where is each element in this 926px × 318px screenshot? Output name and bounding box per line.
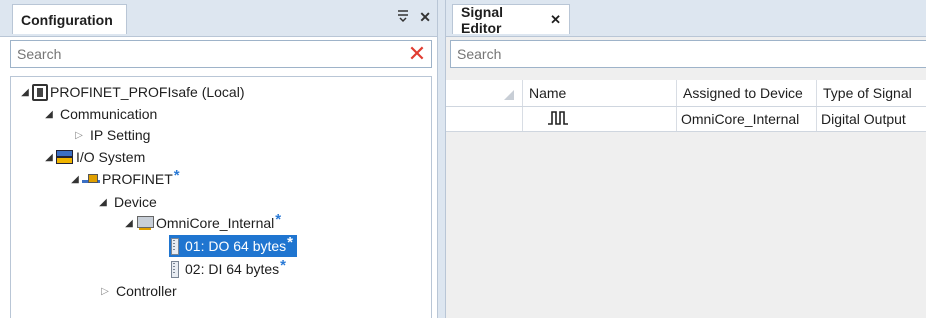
- expanded-caret-icon[interactable]: ◢: [42, 109, 56, 120]
- configuration-panel: Configuration ✕ ✕ ◢ PROFINET_PROFIsafe (…: [0, 0, 438, 318]
- io-system-icon: [56, 149, 74, 165]
- tree-item-omnicore[interactable]: ◢ OmniCore_Internal *: [122, 210, 282, 234]
- configuration-search-input[interactable]: [11, 45, 403, 63]
- tree-item-station-label: PROFINET_PROFIsafe (Local): [50, 84, 245, 100]
- network-icon: [82, 171, 100, 187]
- column-header-name[interactable]: Name: [522, 80, 676, 106]
- tree-item-io-system-label: I/O System: [76, 149, 146, 165]
- close-tab-icon[interactable]: ✕: [550, 12, 561, 28]
- expanded-caret-icon[interactable]: ◢: [18, 87, 32, 98]
- clear-search-icon[interactable]: ✕: [403, 41, 431, 67]
- tree-item-module-do64[interactable]: 01: DO 64 bytes *: [169, 233, 298, 257]
- column-header-type-of-signal-label: Type of Signal: [823, 85, 912, 101]
- tree-item-ip-setting[interactable]: ▷ IP Setting: [72, 124, 150, 146]
- modified-marker: *: [275, 210, 282, 228]
- tree-item-profinet-label: PROFINET: [102, 171, 173, 187]
- configuration-search-box: ✕: [10, 40, 432, 68]
- expanded-caret-icon[interactable]: ◢: [68, 174, 82, 185]
- cell-name[interactable]: [522, 107, 676, 131]
- modified-marker: *: [280, 256, 287, 274]
- signal-editor-panel: Signal Editor ✕ Name Assigned to Device …: [446, 0, 926, 318]
- tab-signal-editor[interactable]: Signal Editor ✕: [452, 3, 570, 36]
- tree-item-communication[interactable]: ◢ Communication: [42, 103, 157, 125]
- cell-type-of-signal[interactable]: Digital Output: [816, 107, 926, 131]
- modified-marker: *: [173, 166, 180, 184]
- cell-type-of-signal-text: Digital Output: [821, 111, 906, 127]
- module-icon: [171, 261, 179, 278]
- device-icon: [136, 215, 154, 231]
- tree-item-omnicore-label: OmniCore_Internal: [156, 215, 275, 231]
- tab-configuration[interactable]: Configuration: [12, 4, 127, 34]
- station-icon: [32, 83, 48, 101]
- expanded-caret-icon[interactable]: ◢: [122, 218, 136, 229]
- expanded-caret-icon[interactable]: ◢: [96, 197, 110, 208]
- column-header-assigned-device-label: Assigned to Device: [683, 85, 803, 101]
- tree-item-profinet[interactable]: ◢ PROFINET *: [68, 166, 180, 190]
- configuration-panel-header: Configuration ✕: [0, 0, 437, 37]
- select-all-corner-icon[interactable]: [504, 90, 514, 100]
- column-header-type-of-signal[interactable]: Type of Signal: [816, 80, 926, 106]
- tree-item-controller[interactable]: ▷ Controller: [98, 280, 177, 302]
- tree-item-module-di64-label: 02: DI 64 bytes: [185, 261, 280, 277]
- cell-assigned-device[interactable]: OmniCore_Internal: [676, 107, 816, 131]
- signal-editor-header: Signal Editor ✕: [446, 0, 926, 37]
- modified-marker: *: [287, 233, 294, 251]
- tree-item-controller-label: Controller: [116, 283, 177, 299]
- collapsed-caret-icon[interactable]: ▷: [72, 130, 86, 141]
- tree-item-module-do64-label: 01: DO 64 bytes: [185, 238, 287, 254]
- tree-item-ip-setting-label: IP Setting: [90, 127, 151, 143]
- cell-assigned-device-text: OmniCore_Internal: [681, 111, 800, 127]
- tree-item-communication-label: Communication: [60, 106, 158, 122]
- pin-icon[interactable]: [397, 9, 409, 26]
- tree-item-io-system[interactable]: ◢ I/O System: [42, 146, 145, 168]
- column-header-name-label: Name: [529, 85, 567, 101]
- tab-configuration-label: Configuration: [21, 11, 113, 28]
- collapsed-caret-icon[interactable]: ▷: [98, 286, 112, 297]
- tree-item-device-label: Device: [114, 194, 157, 210]
- expanded-caret-icon[interactable]: ◢: [42, 152, 56, 163]
- panel-splitter[interactable]: [437, 0, 446, 318]
- digital-signal-icon: [547, 110, 569, 129]
- signal-search-input[interactable]: [451, 45, 926, 63]
- tree-item-station[interactable]: ◢ PROFINET_PROFIsafe (Local): [18, 81, 245, 103]
- close-panel-icon[interactable]: ✕: [419, 9, 431, 26]
- column-header-assigned-device[interactable]: Assigned to Device: [676, 80, 816, 106]
- tree-item-device[interactable]: ◢ Device: [96, 191, 157, 213]
- module-icon: [171, 238, 179, 255]
- signal-search-box: [450, 40, 926, 68]
- tree-item-module-di64[interactable]: 02: DI 64 bytes *: [171, 256, 287, 280]
- tab-signal-editor-label: Signal Editor: [461, 3, 504, 36]
- table-row[interactable]: OmniCore_Internal Digital Output: [446, 107, 926, 132]
- signal-grid-header: Name Assigned to Device Type of Signal: [446, 80, 926, 107]
